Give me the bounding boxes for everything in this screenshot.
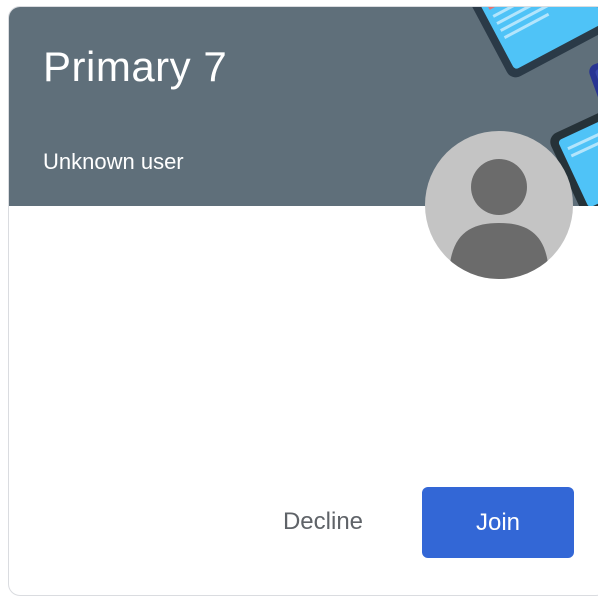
join-button[interactable]: Join (422, 487, 574, 558)
class-invite-card: Primary 7 Unknown user Decline Join (8, 6, 598, 596)
person-icon (425, 131, 573, 279)
class-title[interactable]: Primary 7 (43, 43, 227, 91)
decline-button[interactable]: Decline (259, 487, 387, 557)
teacher-name: Unknown user (43, 149, 184, 174)
user-avatar (425, 131, 573, 279)
